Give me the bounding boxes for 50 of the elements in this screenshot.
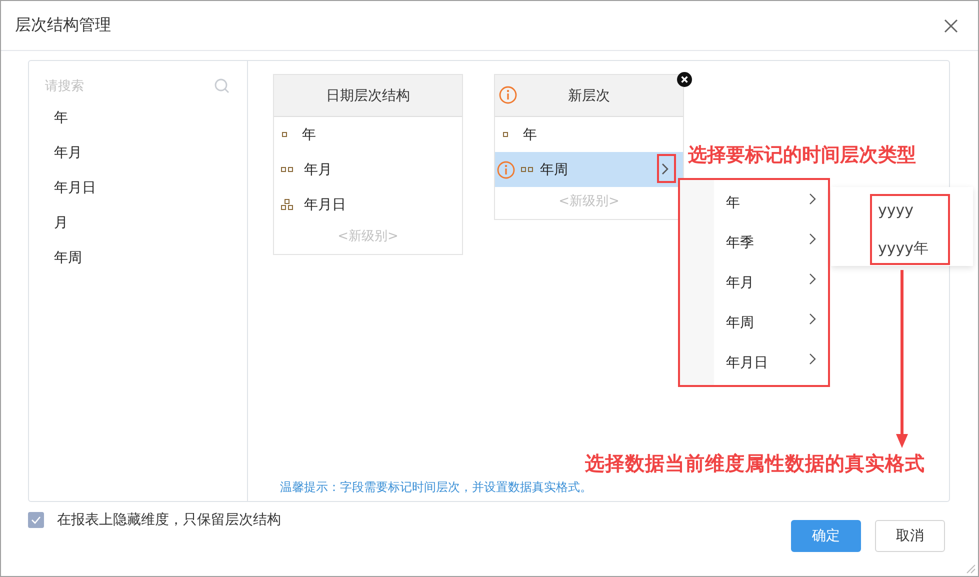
card-title: 日期层次结构 [326,86,410,104]
level-item[interactable]: 年 [274,117,462,152]
remove-icon[interactable] [677,72,692,87]
annotation-text: 选择数据当前维度属性数据的真实格式 [585,451,925,477]
menu-item-label: 年季 [726,234,754,252]
field-item[interactable]: 年周 [29,241,247,276]
level-icon [281,199,294,210]
resize-grip-icon[interactable] [966,564,976,574]
chevron-icon[interactable] [661,163,669,175]
card-title: 新层次 [568,86,610,104]
menu-item-label: 年周 [726,314,754,332]
annotation-text: 选择要标记的时间层次类型 [688,143,916,168]
check-icon [31,516,41,524]
level-label: 年 [302,126,316,144]
window-title: 层次结构管理 [15,15,111,36]
field-item[interactable]: 年 [29,101,247,136]
level-label: 年周 [540,160,568,178]
level-item[interactable]: 年月 [274,152,462,187]
level-item[interactable]: 年月日 [274,187,462,222]
chevron-icon [809,193,816,205]
chevron-icon [809,273,816,285]
level-icon [281,164,294,175]
menu-item[interactable]: yyyy [878,191,973,229]
menu-item[interactable]: 年月 [680,263,828,303]
menu-item-label: 年月日 [726,354,768,372]
field-item[interactable]: 年月 [29,136,247,171]
checkbox-label: 在报表上隐藏维度，只保留层次结构 [57,511,281,529]
field-item[interactable]: 月 [29,206,247,241]
menu-item-label: 年月 [726,274,754,292]
level-label: 年月日 [304,196,346,214]
menu-item[interactable]: yyyy年 [878,229,973,267]
menu-item[interactable]: 年季 [680,223,828,263]
chevron-icon [809,233,816,245]
level-label: 年 [523,126,537,144]
cancel-button[interactable]: 取消 [875,520,945,552]
chevron-icon [809,353,816,365]
close-icon[interactable] [944,18,958,32]
menu-item[interactable]: 年 [680,183,828,223]
level-item[interactable]: 年周 [495,152,683,187]
level-label: 年月 [304,160,332,178]
menu-item[interactable]: 年月日 [680,343,828,383]
menu-item-label: 年 [726,194,740,212]
chevron-icon [809,313,816,325]
field-item[interactable]: 年月日 [29,171,247,206]
level-icon [521,164,534,175]
highlight-frame [657,154,676,183]
checkbox[interactable] [28,512,44,528]
menu-item[interactable]: 年周 [680,303,828,343]
level-item[interactable]: 年 [495,117,683,152]
hint-text: 温馨提示：字段需要标记时间层次，并设置数据真实格式。 [279,479,593,496]
